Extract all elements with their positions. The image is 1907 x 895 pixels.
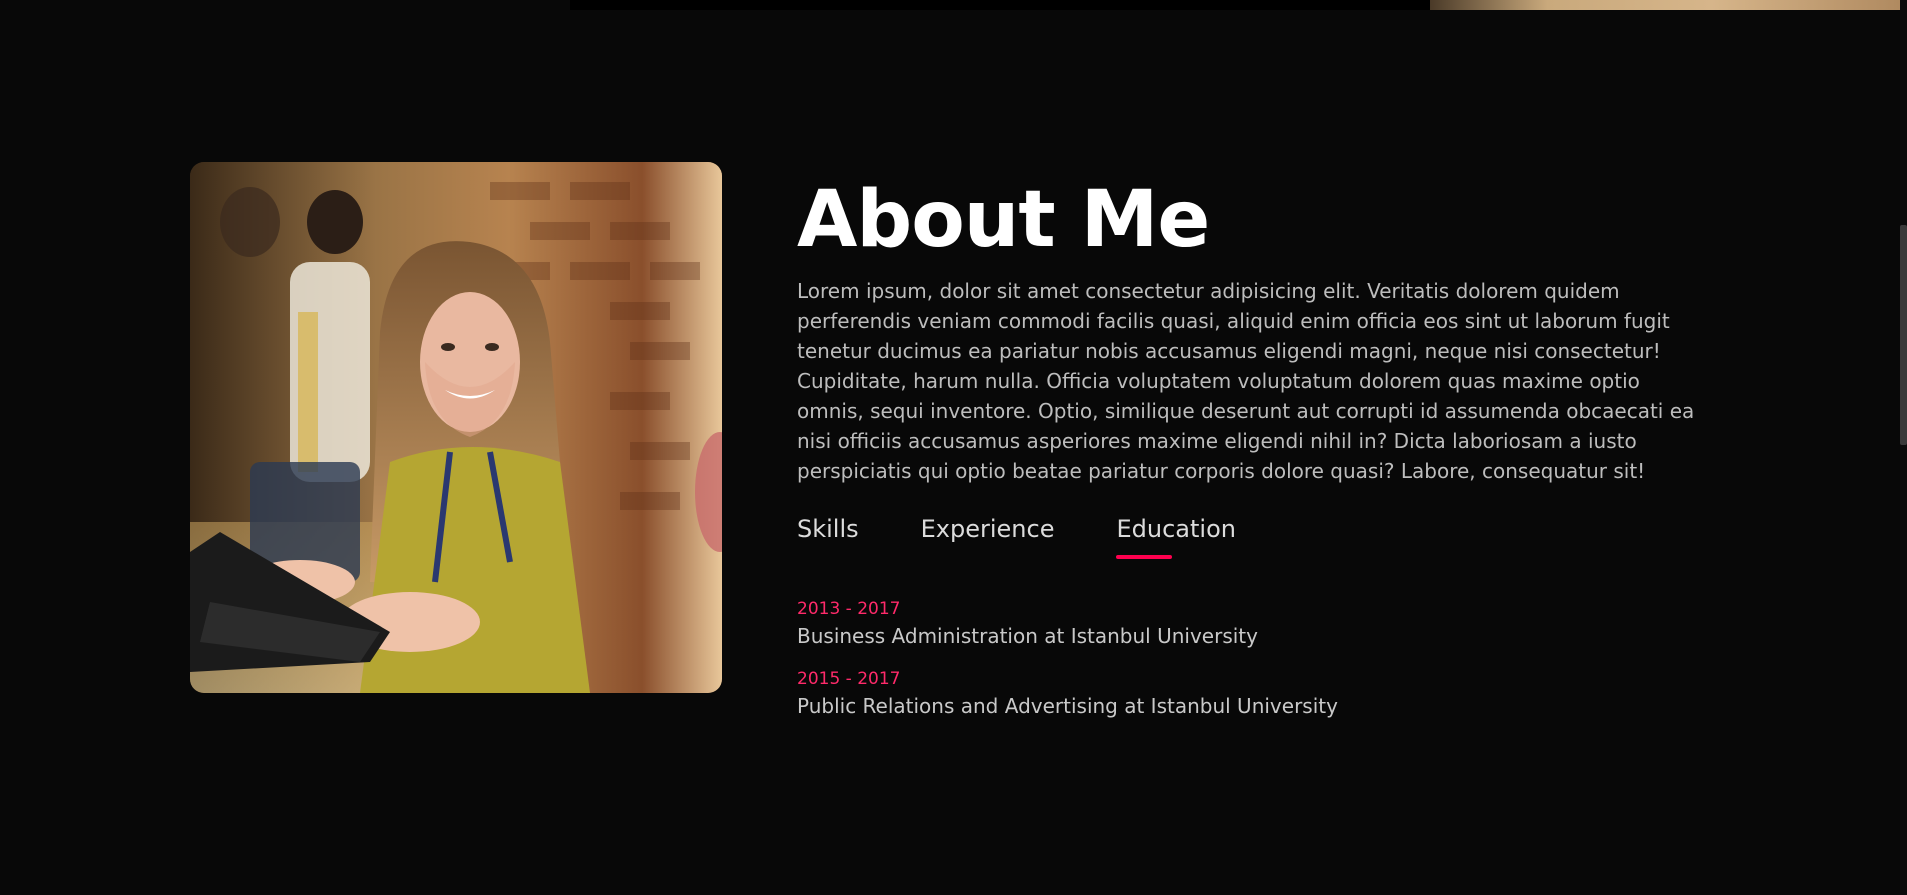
education-years: 2015 - 2017 xyxy=(797,669,901,689)
about-section: About Me Lorem ipsum, dolor sit amet con… xyxy=(797,170,1717,737)
education-description: Public Relations and Advertising at Ista… xyxy=(797,694,1338,718)
vertical-scrollbar[interactable] xyxy=(1900,0,1907,895)
tab-experience[interactable]: Experience xyxy=(921,514,1055,560)
list-item: 2013 - 2017 Business Administration at I… xyxy=(797,597,1717,651)
tab-education[interactable]: Education xyxy=(1116,514,1236,560)
tab-bar: Skills Experience Education xyxy=(797,514,1717,560)
tab-skills[interactable]: Skills xyxy=(797,514,859,560)
list-item: 2015 - 2017 Public Relations and Adverti… xyxy=(797,667,1717,721)
about-paragraph: Lorem ipsum, dolor sit amet consectetur … xyxy=(797,279,1695,483)
education-description: Business Administration at Istanbul Univ… xyxy=(797,624,1258,648)
previous-section-image-fragment xyxy=(1430,0,1900,10)
education-list: 2013 - 2017 Business Administration at I… xyxy=(797,597,1717,721)
profile-photo xyxy=(190,162,722,693)
page-title: About Me xyxy=(797,175,1210,265)
previous-section-image-edge xyxy=(570,0,1900,10)
education-years: 2013 - 2017 xyxy=(797,599,901,619)
profile-photo-illustration xyxy=(190,162,722,693)
scrollbar-thumb[interactable] xyxy=(1900,225,1907,445)
